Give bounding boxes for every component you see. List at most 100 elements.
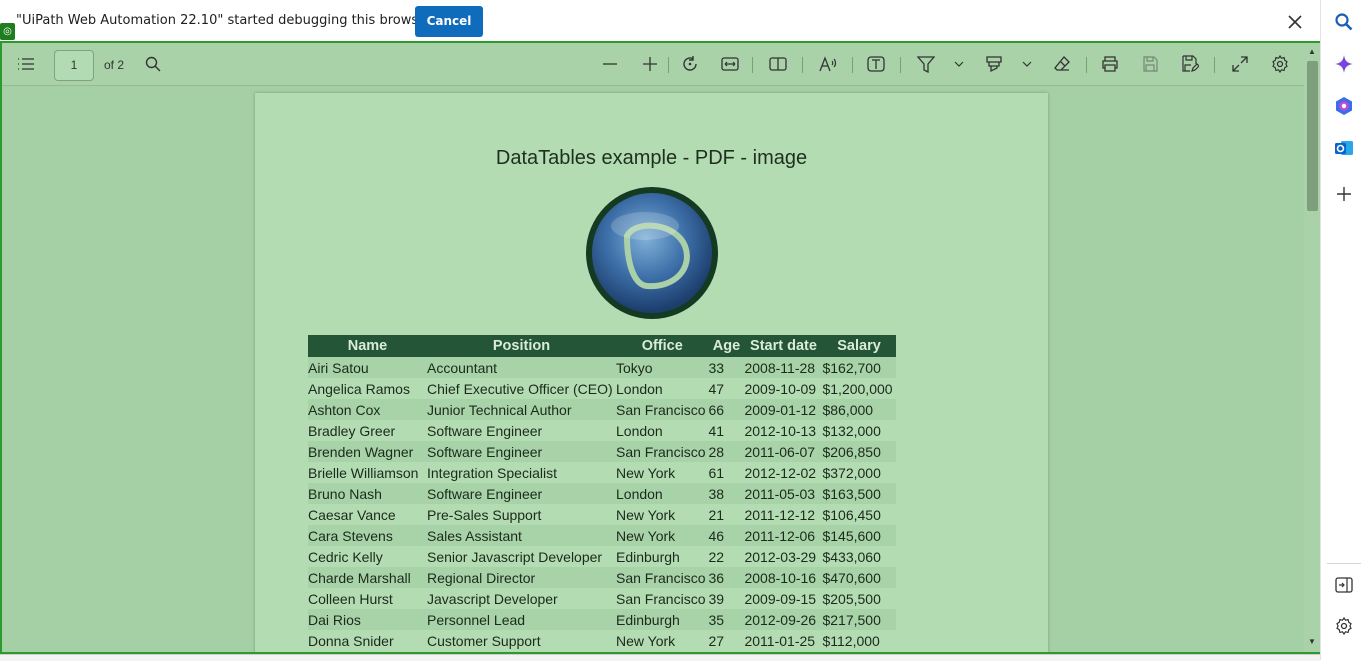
cell-office: London [616,378,709,399]
table-row: Cedric Kelly Senior Javascript Developer E… [308,546,896,567]
cell-salary: $163,500 [822,483,896,504]
cell-start-date: 2011-06-07 [744,441,823,462]
cell-name: Charde Marshall [308,567,427,588]
vertical-scrollbar[interactable]: ▲ ▼ [1304,43,1320,652]
copilot-icon[interactable] [1332,52,1356,76]
cell-age: 27 [708,630,745,651]
draw-icon[interactable] [914,43,938,85]
cell-age: 46 [708,525,745,546]
search-icon[interactable] [142,43,164,85]
fullscreen-icon[interactable] [1228,43,1252,85]
cell-start-date: 2011-05-03 [744,483,823,504]
settings-icon[interactable] [1332,614,1356,638]
save-icon[interactable] [1138,43,1162,85]
scroll-thumb[interactable] [1307,61,1318,211]
cell-start-date: 2012-03-29 [744,546,823,567]
zoom-out-icon[interactable] [598,43,622,85]
column-header: Name [308,335,427,357]
cell-age: 36 [708,567,745,588]
scroll-up-icon[interactable]: ▲ [1308,47,1316,56]
save-as-icon[interactable] [1178,43,1202,85]
cell-office: New York [616,630,709,651]
table-row: Donna Snider Customer Support New York 27 20… [308,630,896,651]
table-row: Ashton Cox Junior Technical Author San Fra… [308,399,896,420]
cell-age: 66 [708,399,745,420]
highlight-icon[interactable] [982,43,1006,85]
table-row: Cara Stevens Sales Assistant New York 46 201… [308,525,896,546]
page-number-input[interactable]: 1 [54,50,94,81]
text-box-icon[interactable] [864,43,888,85]
cell-age: 38 [708,483,745,504]
cell-office: San Francisco [616,399,709,420]
cell-name: Donna Snider [308,630,427,651]
cell-salary: $470,600 [822,567,896,588]
cell-salary: $206,850 [822,441,896,462]
zoom-in-icon[interactable] [638,43,662,85]
cell-office: Tokyo [616,357,709,378]
hide-sidebar-icon[interactable] [1332,573,1356,597]
outlook-icon[interactable] [1332,136,1356,160]
eraser-icon[interactable] [1050,43,1074,85]
cell-age: 21 [708,504,745,525]
rotate-icon[interactable] [678,43,702,85]
sidebar-divider [1327,563,1361,564]
cancel-button[interactable]: Cancel [415,6,483,37]
cell-position: Software Engineer [427,441,616,462]
cell-salary: $112,000 [822,630,896,651]
cell-name: Dai Rios [308,609,427,630]
cell-position: Accountant [427,357,616,378]
cell-salary: $132,000 [822,420,896,441]
table-row: Airi Satou Accountant Tokyo 33 2008-11-28 $16… [308,357,896,378]
search-icon[interactable] [1332,10,1356,34]
cell-age: 35 [708,609,745,630]
cell-start-date: 2008-10-16 [744,567,823,588]
column-header: Salary [822,335,896,357]
cell-age: 33 [708,357,745,378]
table-row: Caesar Vance Pre-Sales Support New York 21 2… [308,504,896,525]
column-header: Office [616,335,709,357]
cell-age: 28 [708,441,745,462]
cell-salary: $433,060 [822,546,896,567]
pdf-viewer: 1 of 2 DataTables example - PDF - image … [0,41,1322,654]
scroll-down-icon[interactable]: ▼ [1308,637,1316,646]
cell-name: Caesar Vance [308,504,427,525]
cell-start-date: 2011-12-12 [744,504,823,525]
pdf-page: DataTables example - PDF - image Name Po… [255,93,1048,652]
cell-office: San Francisco [616,588,709,609]
office-icon[interactable] [1332,94,1356,118]
read-aloud-icon[interactable] [816,43,840,85]
cell-position: Customer Support [427,630,616,651]
settings-icon[interactable] [1268,43,1292,85]
cell-office: Edinburgh [616,609,709,630]
chevron-down-icon[interactable] [950,43,968,85]
contents-icon[interactable] [14,43,38,85]
debug-message: "UiPath Web Automation 22.10" started de… [16,13,432,28]
cell-start-date: 2012-09-26 [744,609,823,630]
cell-name: Bruno Nash [308,483,427,504]
pdf-toolbar: 1 of 2 [2,43,1320,86]
cell-start-date: 2011-12-06 [744,525,823,546]
cell-start-date: 2011-01-25 [744,630,823,651]
cell-position: Integration Specialist [427,462,616,483]
cell-name: Ashton Cox [308,399,427,420]
cell-name: Colleen Hurst [308,588,427,609]
print-icon[interactable] [1098,43,1122,85]
add-icon[interactable] [1332,182,1356,206]
cell-salary: $86,000 [822,399,896,420]
cell-name: Angelica Ramos [308,378,427,399]
cell-position: Junior Technical Author [427,399,616,420]
cell-position: Senior Javascript Developer [427,546,616,567]
cell-office: London [616,483,709,504]
table-row: Dai Rios Personnel Lead Edinburgh 35 2012-09… [308,609,896,630]
chevron-down-icon[interactable] [1018,43,1036,85]
page-view-icon[interactable] [766,43,790,85]
fit-width-icon[interactable] [718,43,742,85]
close-icon[interactable] [1283,10,1307,34]
column-header: Start date [744,335,823,357]
table-row: Bruno Nash Software Engineer London 38 2011-… [308,483,896,504]
cell-age: 41 [708,420,745,441]
cell-position: Pre-Sales Support [427,504,616,525]
cell-office: San Francisco [616,567,709,588]
table-row: Charde Marshall Regional Director San Fran… [308,567,896,588]
document-title: DataTables example - PDF - image [495,147,808,169]
